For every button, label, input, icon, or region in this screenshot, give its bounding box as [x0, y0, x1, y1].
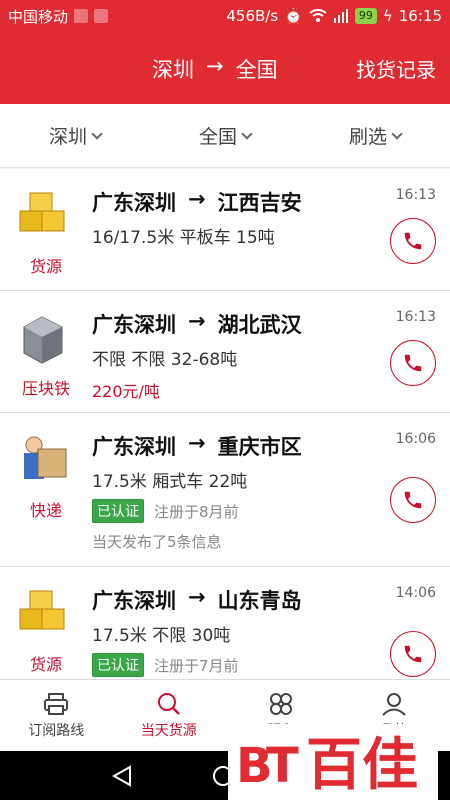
status-bar: 中国移动 456B/s ⏰ 99 ϟ 16:15 — [0, 0, 450, 32]
category-label: 压块铁 — [21, 379, 70, 398]
route-title: 广东深圳 → 江西吉安 — [92, 187, 302, 215]
phone-icon — [404, 232, 422, 250]
app-header: 深圳 → 全国 找货记录 — [0, 32, 450, 104]
post-count-note: 当天发布了5条信息 — [92, 533, 222, 551]
registered-age: 注册于7月前 — [154, 656, 239, 675]
back-icon[interactable] — [112, 765, 132, 787]
route-title: 广东深圳 → 重庆市区 — [92, 431, 302, 459]
tab-label: 订阅路线 — [28, 722, 85, 739]
phone-icon — [404, 645, 422, 663]
route-arrow: → — [206, 54, 224, 78]
chevron-down-icon — [91, 127, 103, 140]
post-time: 16:13 — [395, 187, 436, 203]
scrap-iron-block-icon — [23, 316, 63, 364]
post-time: 16:06 — [395, 431, 436, 447]
tab-subscribed-routes[interactable]: 订阅路线 — [0, 680, 113, 751]
verification-row: 已认证 注册于7月前 — [92, 653, 239, 677]
call-button[interactable] — [390, 477, 436, 523]
verified-badge: 已认证 — [92, 499, 144, 523]
usb-icon — [74, 9, 89, 23]
filter-bar: 深圳 全国 刷选 — [0, 104, 450, 168]
cargo-boxes-icon — [19, 590, 65, 630]
chevron-down-icon — [391, 127, 403, 140]
carrier-label: 中国移动 — [8, 7, 69, 26]
route-title: 广东深圳 → 山东青岛 — [92, 585, 302, 613]
cargo-boxes-icon — [19, 192, 65, 232]
chevron-down-icon — [241, 127, 253, 140]
list-item[interactable]: 快递 广东深圳 → 重庆市区 16:06 17.5米 厢式车 22吨 已认证 注… — [0, 413, 450, 567]
cargo-list[interactable]: 货源 广东深圳 → 江西吉安 16:13 16/17.5米 平板车 15吨 压块… — [0, 169, 450, 679]
call-button[interactable] — [390, 218, 436, 264]
post-time: 14:06 — [395, 585, 436, 601]
list-item[interactable]: 压块铁 广东深圳 → 湖北武汉 16:13 不限 不限 32-68吨 220元/… — [0, 291, 450, 413]
list-item[interactable]: 货源 广东深圳 → 山东青岛 14:06 17.5米 不限 30吨 已认证 注册… — [0, 567, 450, 679]
svg-text:T: T — [266, 738, 299, 794]
destination-filter[interactable]: 全国 — [150, 104, 300, 167]
search-history-button[interactable]: 找货记录 — [356, 54, 436, 83]
search-icon — [157, 692, 180, 715]
image-notification-icon — [94, 9, 109, 23]
category-label: 货源 — [29, 257, 62, 276]
charging-icon: ϟ — [382, 7, 393, 25]
verification-row: 已认证 注册于8月前 — [92, 499, 239, 523]
call-button[interactable] — [390, 340, 436, 386]
signal-icon — [333, 9, 348, 23]
phone-icon — [404, 354, 422, 372]
destination-filter-label: 全国 — [198, 126, 237, 148]
route-to: 全国 — [235, 58, 278, 82]
watermark-logo: B T 百佳 — [228, 724, 438, 800]
tab-label: 当天货源 — [140, 722, 197, 739]
courier-icon — [24, 436, 67, 479]
route-title: 广东深圳 → 湖北武汉 — [92, 309, 302, 337]
price-label: 220元/吨 — [92, 382, 160, 401]
network-speed: 456B/s — [226, 7, 279, 25]
wifi-icon — [309, 9, 327, 22]
verified-badge: 已认证 — [92, 653, 144, 677]
user-icon — [382, 692, 406, 716]
vehicle-spec: 不限 不限 32-68吨 — [92, 350, 238, 370]
grid-icon — [270, 692, 293, 715]
route-from: 深圳 — [152, 58, 194, 82]
registered-age: 注册于8月前 — [154, 502, 239, 521]
alarm-icon: ⏰ — [284, 7, 303, 25]
category-label: 快递 — [29, 501, 62, 520]
origin-filter-label: 深圳 — [48, 126, 87, 148]
list-item[interactable]: 货源 广东深圳 → 江西吉安 16:13 16/17.5米 平板车 15吨 — [0, 169, 450, 291]
watermark-text: 百佳 — [306, 733, 418, 798]
category-label: 货源 — [29, 655, 62, 674]
vehicle-spec: 17.5米 厢式车 22吨 — [92, 472, 248, 492]
call-button[interactable] — [390, 631, 436, 677]
more-filter[interactable]: 刷选 — [300, 104, 450, 167]
post-time: 16:13 — [395, 309, 436, 325]
origin-filter[interactable]: 深圳 — [0, 104, 150, 167]
tab-today-cargo[interactable]: 当天货源 — [113, 680, 226, 751]
more-filter-label: 刷选 — [348, 126, 387, 148]
printer-icon — [44, 692, 69, 715]
vehicle-spec: 17.5米 不限 30吨 — [92, 626, 231, 646]
phone-icon — [404, 491, 422, 509]
vehicle-spec: 16/17.5米 平板车 15吨 — [92, 228, 275, 248]
route-selector[interactable]: 深圳 → 全国 — [152, 54, 278, 84]
clock: 16:15 — [398, 7, 442, 25]
battery-indicator: 99 — [354, 8, 377, 24]
